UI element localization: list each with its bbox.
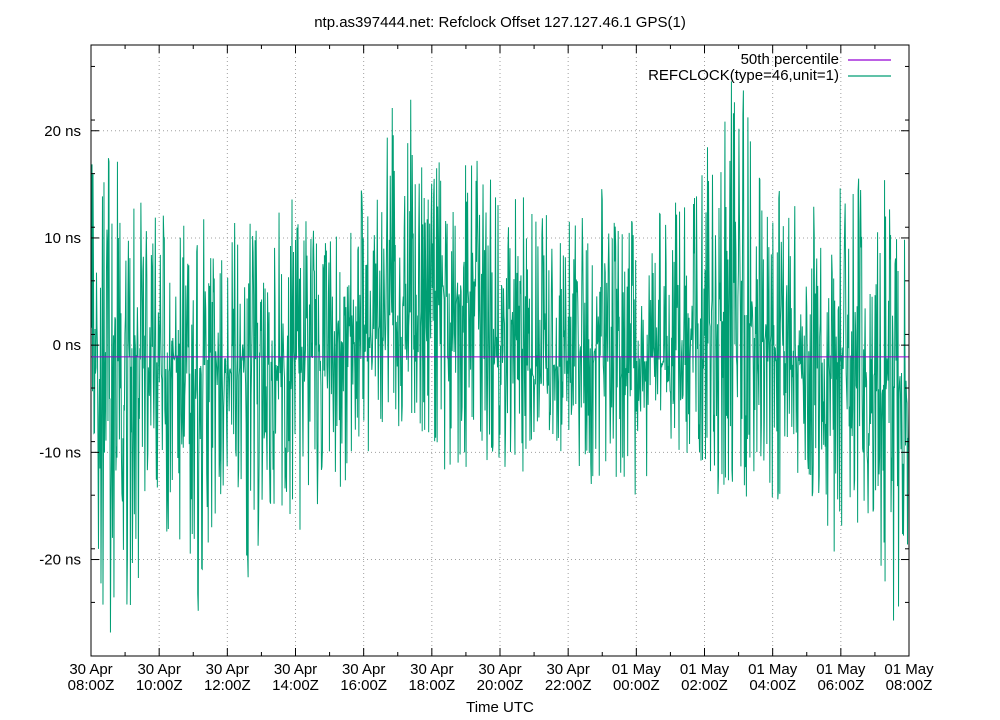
x-tick-label-date: 30 Apr bbox=[137, 661, 180, 678]
x-tick-label-time: 00:00Z bbox=[613, 677, 660, 694]
x-tick-label-time: 14:00Z bbox=[272, 677, 319, 694]
x-tick-label-time: 22:00Z bbox=[545, 677, 592, 694]
x-tick-label-date: 30 Apr bbox=[206, 661, 249, 678]
chart-svg: ntp.as397444.net: Refclock Offset 127.12… bbox=[39, 14, 934, 716]
x-tick-label-date: 01 May bbox=[816, 661, 866, 678]
x-tick-label-time: 20:00Z bbox=[477, 677, 524, 694]
x-tick-label-time: 18:00Z bbox=[408, 677, 455, 694]
y-tick-label: 20 ns bbox=[44, 123, 81, 140]
x-tick-label-date: 30 Apr bbox=[410, 661, 453, 678]
x-tick-label-time: 06:00Z bbox=[817, 677, 864, 694]
x-tick-label-date: 30 Apr bbox=[478, 661, 521, 678]
x-tick-label-date: 30 Apr bbox=[546, 661, 589, 678]
x-axis-title: Time UTC bbox=[466, 699, 534, 716]
x-tick-label-time: 08:00Z bbox=[68, 677, 115, 694]
x-tick-label-time: 08:00Z bbox=[886, 677, 933, 694]
x-tick-label-time: 12:00Z bbox=[204, 677, 251, 694]
legend: 50th percentile REFCLOCK(type=46,unit=1) bbox=[648, 51, 891, 84]
y-tick-label: -20 ns bbox=[39, 552, 81, 569]
legend-label-percentile: 50th percentile bbox=[741, 51, 839, 68]
legend-label-refclock: REFCLOCK(type=46,unit=1) bbox=[648, 67, 839, 84]
chart-title: ntp.as397444.net: Refclock Offset 127.12… bbox=[314, 14, 686, 31]
x-tick-label-time: 16:00Z bbox=[340, 677, 387, 694]
x-tick-label-time: 02:00Z bbox=[681, 677, 728, 694]
y-tick-label: -10 ns bbox=[39, 444, 81, 461]
x-tick-label-time: 04:00Z bbox=[749, 677, 796, 694]
x-tick-label-date: 01 May bbox=[884, 661, 934, 678]
x-tick-label-date: 01 May bbox=[748, 661, 798, 678]
x-tick-label-date: 30 Apr bbox=[69, 661, 112, 678]
x-tick-label-date: 01 May bbox=[612, 661, 662, 678]
x-tick-label-date: 30 Apr bbox=[274, 661, 317, 678]
y-tick-label: 0 ns bbox=[53, 337, 81, 354]
x-tick-label-date: 30 Apr bbox=[342, 661, 385, 678]
x-tick-label-time: 10:00Z bbox=[136, 677, 183, 694]
x-tick-label-date: 01 May bbox=[680, 661, 730, 678]
y-tick-label: 10 ns bbox=[44, 230, 81, 247]
